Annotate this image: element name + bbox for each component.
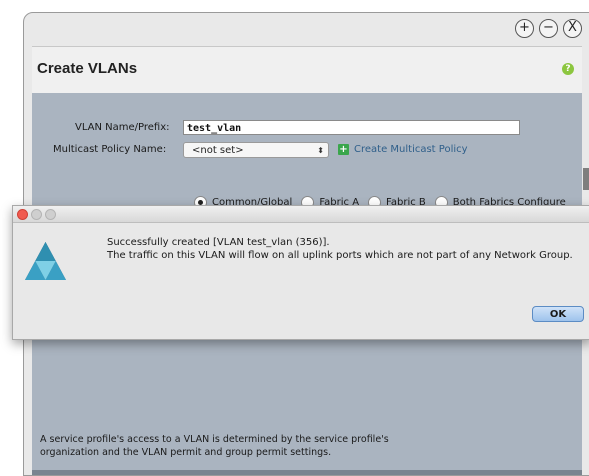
close-dot-icon[interactable]	[17, 209, 28, 220]
maximize-button[interactable]: +	[515, 19, 534, 38]
select-arrows-icon: ⬍	[317, 146, 324, 155]
window-controls: + − X	[515, 19, 582, 38]
alert-titlebar	[13, 206, 589, 223]
zoom-dot-icon	[45, 209, 56, 220]
service-profile-note-line1: A service profile's access to a VLAN is …	[40, 434, 389, 445]
create-multicast-policy-link[interactable]: Create Multicast Policy	[354, 144, 468, 155]
scrollbar[interactable]	[583, 168, 589, 190]
minimize-dot-icon	[31, 209, 42, 220]
help-icon[interactable]: ?	[562, 63, 574, 75]
multicast-policy-value: <not set>	[192, 145, 244, 156]
multicast-policy-label: Multicast Policy Name:	[53, 144, 167, 155]
multicast-policy-select[interactable]: <not set> ⬍	[183, 142, 329, 158]
add-icon[interactable]: +	[338, 144, 349, 155]
vlan-name-label: VLAN Name/Prefix:	[75, 122, 170, 133]
ok-button[interactable]: OK	[532, 306, 584, 322]
minimize-button[interactable]: −	[539, 19, 558, 38]
alert-message-line1: Successfully created [VLAN test_vlan (35…	[107, 237, 330, 248]
service-profile-note: A service profile's access to a VLAN is …	[40, 433, 389, 459]
success-alert-dialog: Successfully created [VLAN test_vlan (35…	[12, 205, 589, 340]
alert-message: Successfully created [VLAN test_vlan (35…	[107, 236, 573, 262]
dialog-title: Create VLANs	[37, 60, 138, 77]
vlan-name-input[interactable]: test_vlan	[183, 120, 520, 135]
dialog-header: Create VLANs ?	[32, 46, 582, 94]
alert-message-line2: The traffic on this VLAN will flow on al…	[107, 250, 573, 261]
app-triangle-icon	[25, 242, 66, 280]
service-profile-note-line2: organization and the VLAN permit and gro…	[40, 447, 332, 458]
bottom-scrollbar[interactable]	[32, 470, 582, 475]
close-button[interactable]: X	[563, 19, 582, 38]
